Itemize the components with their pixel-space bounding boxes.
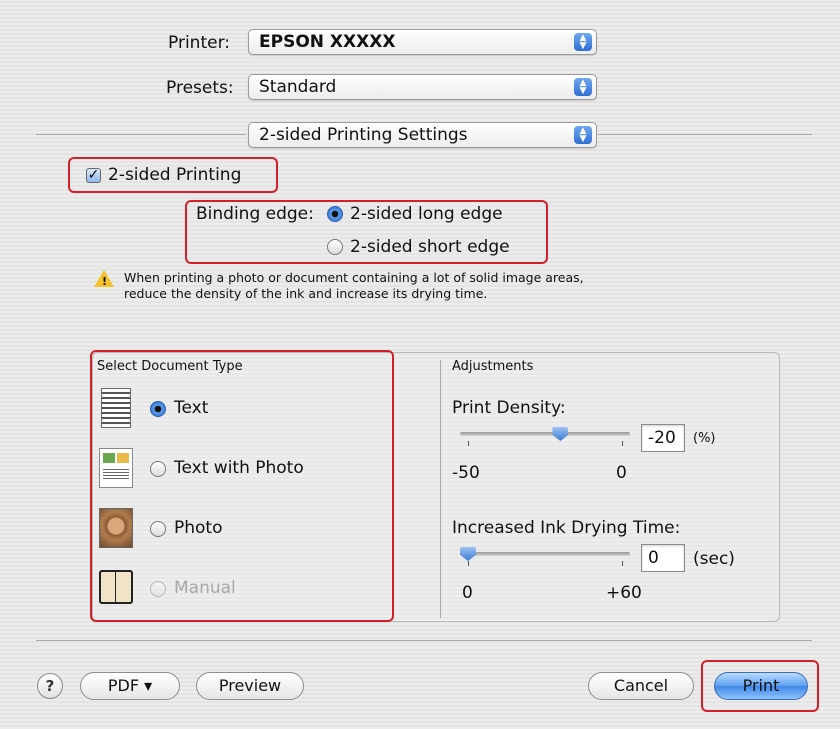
binding-edge-label: Binding edge: bbox=[196, 204, 314, 224]
doc-photo-label: Photo bbox=[174, 518, 223, 538]
two-sided-label: 2-sided Printing bbox=[108, 165, 242, 185]
slider-tick bbox=[468, 441, 469, 446]
text-lines-icon bbox=[103, 467, 129, 481]
doc-type-title: Select Document Type bbox=[97, 359, 243, 374]
drying-time-unit: (sec) bbox=[693, 549, 735, 569]
presets-label: Presets: bbox=[166, 78, 234, 98]
print-button[interactable]: Print bbox=[714, 672, 808, 700]
help-button[interactable]: ? bbox=[37, 673, 63, 699]
doc-photo-radio[interactable] bbox=[150, 521, 166, 537]
printer-value: EPSON XXXXX bbox=[259, 32, 396, 52]
separator bbox=[598, 134, 812, 135]
doc-text-radio[interactable] bbox=[150, 401, 166, 417]
pdf-button[interactable]: PDF ▾ bbox=[80, 672, 180, 700]
drying-time-label: Increased Ink Drying Time: bbox=[452, 518, 681, 538]
short-edge-radio[interactable] bbox=[327, 239, 343, 255]
text-photo-doc-icon bbox=[99, 448, 133, 488]
long-edge-radio[interactable] bbox=[327, 206, 343, 222]
doc-text-label: Text bbox=[174, 398, 209, 418]
slider-tick bbox=[622, 441, 623, 446]
print-density-slider[interactable] bbox=[460, 432, 630, 436]
text-doc-icon bbox=[101, 388, 131, 428]
drying-time-field[interactable]: 0 bbox=[641, 544, 685, 572]
manual-book-icon bbox=[97, 568, 135, 604]
drying-time-min: 0 bbox=[462, 583, 473, 603]
long-edge-label: 2-sided long edge bbox=[350, 204, 503, 224]
highlight-box bbox=[90, 350, 394, 622]
slider-tick bbox=[622, 561, 623, 566]
cancel-button[interactable]: Cancel bbox=[588, 672, 694, 700]
panel-menu-popup[interactable]: 2-sided Printing Settings ▲ ▼ bbox=[248, 122, 597, 148]
two-sided-checkbox[interactable]: ✓ bbox=[86, 168, 101, 183]
adjustments-title: Adjustments bbox=[452, 359, 534, 374]
warning-line-2: reduce the density of the ink and increa… bbox=[124, 286, 488, 301]
print-density-min: -50 bbox=[452, 463, 480, 483]
panel-menu-value: 2-sided Printing Settings bbox=[259, 125, 468, 145]
print-density-field[interactable]: -20 bbox=[641, 424, 685, 452]
separator bbox=[36, 640, 812, 641]
drying-time-slider[interactable] bbox=[460, 552, 630, 556]
panel-divider bbox=[440, 360, 441, 618]
book-page-icon bbox=[115, 570, 133, 604]
photo-block-icon bbox=[117, 453, 129, 463]
popup-arrows-icon: ▲ ▼ bbox=[574, 33, 592, 51]
doc-manual-label: Manual bbox=[174, 578, 236, 598]
printer-label: Printer: bbox=[168, 33, 230, 53]
doc-text-photo-label: Text with Photo bbox=[174, 458, 304, 478]
slider-tick bbox=[468, 561, 469, 566]
photo-doc-icon bbox=[99, 508, 133, 548]
warning-line-1: When printing a photo or document contai… bbox=[124, 270, 584, 285]
drying-time-max: +60 bbox=[606, 583, 642, 603]
doc-manual-radio[interactable] bbox=[150, 581, 166, 597]
printer-popup[interactable]: EPSON XXXXX ▲ ▼ bbox=[248, 29, 597, 55]
short-edge-label: 2-sided short edge bbox=[350, 237, 510, 257]
print-dialog: Printer: EPSON XXXXX ▲ ▼ Presets: Standar… bbox=[0, 0, 840, 729]
photo-block-icon bbox=[103, 453, 115, 463]
print-density-label: Print Density: bbox=[452, 398, 566, 418]
popup-arrows-icon: ▲ ▼ bbox=[574, 126, 592, 144]
separator bbox=[36, 134, 246, 135]
presets-popup[interactable]: Standard ▲ ▼ bbox=[248, 74, 597, 100]
doc-text-photo-radio[interactable] bbox=[150, 461, 166, 477]
presets-value: Standard bbox=[259, 77, 337, 97]
print-density-unit: (%) bbox=[693, 431, 716, 446]
warning-icon-mark: ! bbox=[102, 275, 108, 288]
popup-arrows-icon: ▲ ▼ bbox=[574, 78, 592, 96]
print-density-max: 0 bbox=[616, 463, 627, 483]
preview-button[interactable]: Preview bbox=[196, 672, 304, 700]
